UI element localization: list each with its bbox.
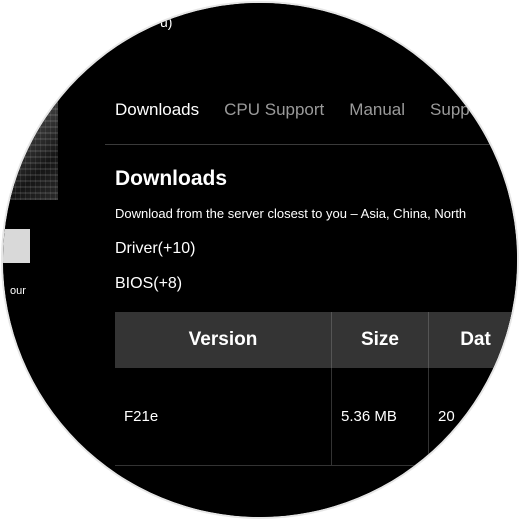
- table-header-row: Version Size Dat: [115, 312, 517, 368]
- left-partial-text: our: [10, 285, 26, 297]
- downloads-title: Downloads: [115, 167, 228, 190]
- magnifier-circle: u) our Downloads CPU Support Manual Supp…: [3, 3, 517, 517]
- tab-downloads[interactable]: Downloads: [115, 100, 199, 120]
- category-driver[interactable]: Driver(+10): [115, 240, 195, 258]
- tabs-divider: [105, 144, 517, 145]
- product-thumbnail[interactable]: [3, 100, 58, 200]
- category-bios[interactable]: BIOS(+8): [115, 275, 182, 293]
- cell-version: F21e: [115, 368, 332, 466]
- bios-download-table: Version Size Dat F21e 5.36 MB 20: [115, 312, 517, 466]
- support-tabs: Downloads CPU Support Manual Supp: [115, 100, 495, 120]
- tab-support[interactable]: Supp: [430, 100, 470, 120]
- download-page: u) our Downloads CPU Support Manual Supp…: [3, 3, 517, 517]
- cell-date: 20: [428, 368, 517, 466]
- header-size: Size: [331, 312, 429, 368]
- table-row: F21e 5.36 MB 20: [115, 368, 517, 466]
- header-date: Dat: [428, 312, 517, 368]
- tab-cpu-support[interactable]: CPU Support: [224, 100, 324, 120]
- screenshot-stage: u) our Downloads CPU Support Manual Supp…: [0, 0, 520, 520]
- left-side-button[interactable]: [3, 229, 30, 263]
- tab-manual[interactable]: Manual: [349, 100, 405, 120]
- downloads-description: Download from the server closest to you …: [115, 206, 467, 221]
- header-partial-text: u): [160, 14, 173, 30]
- header-version: Version: [115, 312, 332, 368]
- cell-size: 5.36 MB: [331, 368, 429, 466]
